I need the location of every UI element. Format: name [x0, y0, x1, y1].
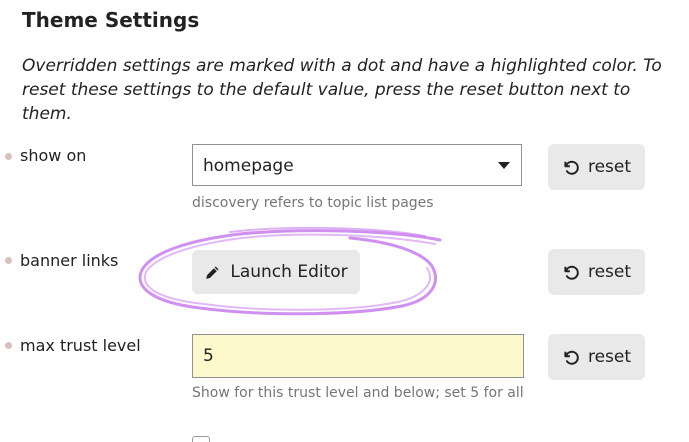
- reset-button-banner-links[interactable]: reset: [548, 249, 645, 295]
- launch-editor-button[interactable]: Launch Editor: [192, 250, 360, 294]
- show-on-select[interactable]: homepage: [192, 144, 522, 186]
- reset-label: reset: [587, 157, 632, 177]
- overridden-dot: [5, 342, 12, 349]
- reset-button-show-on[interactable]: reset: [548, 144, 645, 190]
- partial-checkbox[interactable]: [192, 436, 210, 442]
- select-value: homepage: [203, 156, 294, 176]
- pencil-icon: [206, 265, 219, 279]
- undo-icon: [564, 265, 579, 280]
- max-trust-level-input[interactable]: [192, 334, 524, 378]
- reset-label: reset: [587, 347, 632, 367]
- show-on-help: discovery refers to topic list pages: [192, 195, 434, 211]
- caret-down-icon: [498, 162, 510, 169]
- page-title: Theme Settings: [22, 8, 200, 32]
- intro-text: Overridden settings are marked with a do…: [22, 56, 662, 124]
- setting-label-banner-links: banner links: [20, 251, 119, 270]
- overridden-dot: [5, 153, 12, 160]
- reset-label: reset: [587, 262, 632, 282]
- launch-editor-label: Launch Editor: [230, 262, 348, 282]
- setting-label-max-trust-level: max trust level: [20, 336, 141, 355]
- overridden-dot: [5, 257, 12, 264]
- setting-label-show-on: show on: [20, 146, 87, 165]
- undo-icon: [564, 350, 579, 365]
- max-trust-level-help: Show for this trust level and below; set…: [192, 385, 524, 401]
- undo-icon: [564, 160, 579, 175]
- theme-settings-page: Theme Settings Overridden settings are m…: [0, 0, 689, 442]
- reset-button-max-trust-level[interactable]: reset: [548, 334, 645, 380]
